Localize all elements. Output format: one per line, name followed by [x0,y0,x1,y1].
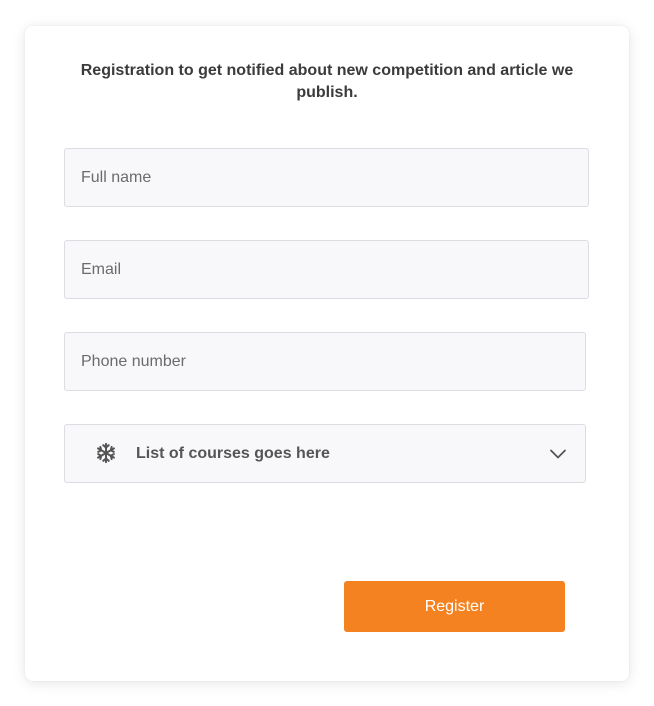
email-field-wrapper [64,240,589,299]
snowflake-icon [97,442,115,464]
phone-input[interactable] [65,333,585,390]
chevron-down-icon [550,449,566,459]
phone-field-wrapper [64,332,586,391]
full-name-field-wrapper [64,148,589,207]
courses-select-label: List of courses goes here [136,445,330,462]
register-button[interactable]: Register [344,581,565,632]
registration-card: Registration to get notified about new c… [25,26,629,681]
form-headline: Registration to get notified about new c… [80,62,574,101]
full-name-input[interactable] [65,149,588,206]
courses-select[interactable]: List of courses goes here [64,424,586,483]
email-input[interactable] [65,241,588,298]
